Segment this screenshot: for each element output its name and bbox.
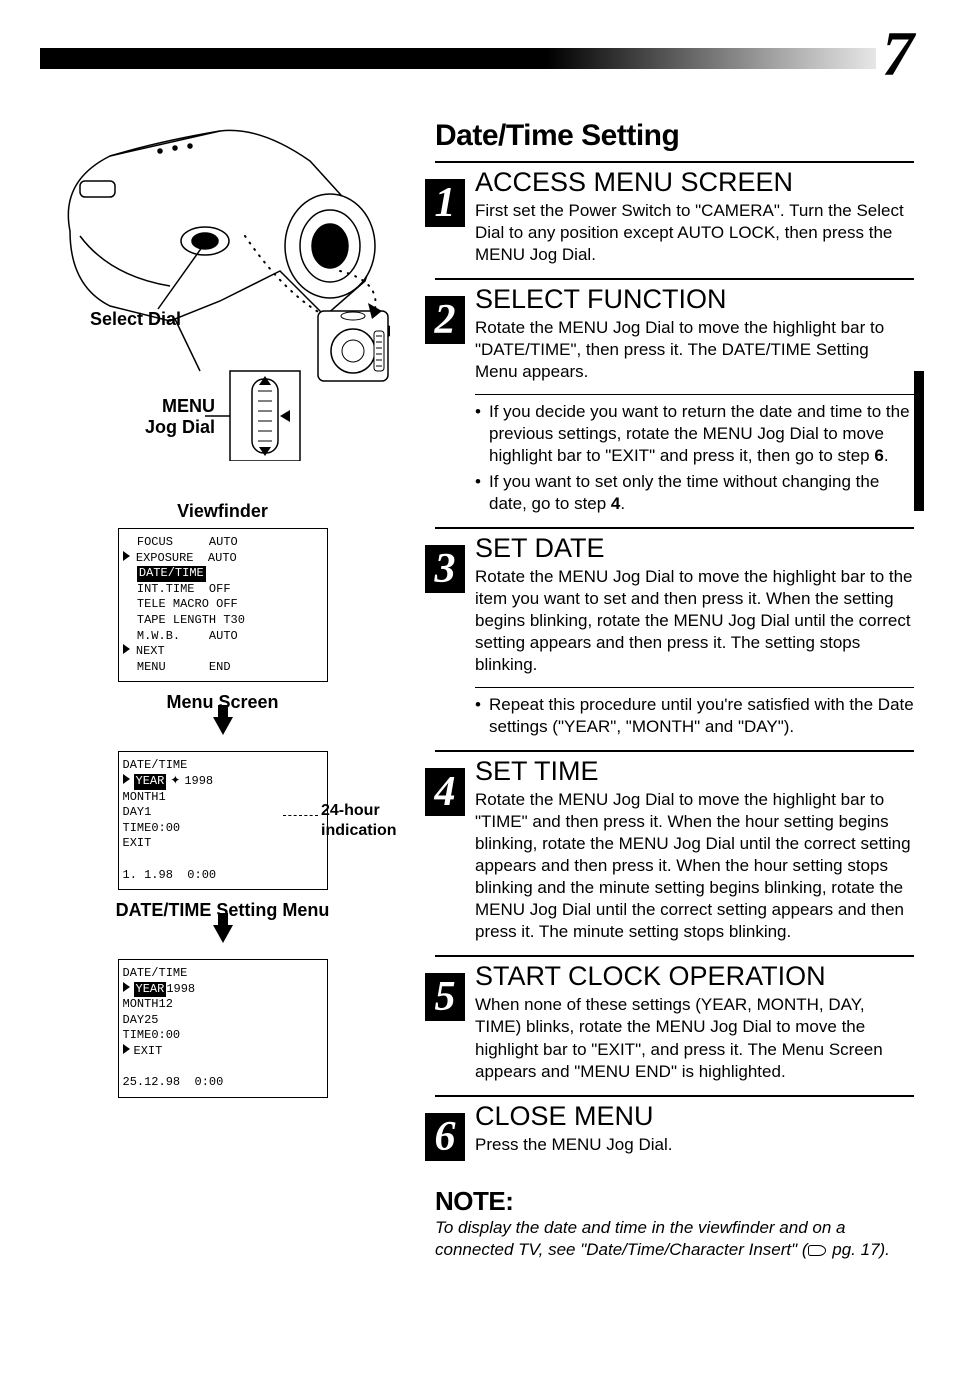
left-column: Select Dial MENU Jog Dial Viewfinder FOC… (40, 111, 405, 1261)
select-dial-label: Select Dial (90, 309, 181, 330)
side-tab (914, 371, 924, 511)
down-arrow-icon (213, 925, 233, 943)
viewfinder-screen: FOCUS AUTO EXPOSURE AUTO DATE/TIME INT.T… (118, 528, 328, 682)
step-number: 6 (425, 1113, 465, 1161)
menu-row: NEXT (123, 644, 323, 660)
menu-row: EXPOSURE AUTO (123, 551, 323, 567)
screen-title: DATE/TIME (123, 966, 323, 982)
menu-row: FOCUS AUTO (123, 535, 323, 551)
step-heading: CLOSE MENU (475, 1101, 914, 1132)
step-bullets: If you decide you want to return the dat… (475, 401, 914, 515)
step-6: 6 CLOSE MENU Press the MENU Jog Dial. (435, 1095, 914, 1156)
camera-figure: Select Dial MENU Jog Dial (50, 121, 390, 461)
menu-row: TELE MACRO OFF (123, 597, 323, 613)
step-5: 5 START CLOCK OPERATION When none of the… (435, 955, 914, 1082)
step-body: Rotate the MENU Jog Dial to move the hig… (475, 789, 914, 944)
menu-row: DAY 25 (123, 1013, 323, 1029)
bullet-item: Repeat this procedure until you're satis… (475, 694, 914, 738)
step-heading: ACCESS MENU SCREEN (475, 167, 914, 198)
menu-row: YEAR ✦1998 (123, 774, 323, 790)
step-body: First set the Power Switch to "CAMERA". … (475, 200, 914, 266)
menu-row: INT.TIME OFF (123, 582, 323, 598)
step-body: Press the MENU Jog Dial. (475, 1134, 914, 1156)
menu-row: MONTH 1 (123, 790, 323, 806)
step-number: 2 (425, 296, 465, 344)
step-bullets: Repeat this procedure until you're satis… (475, 694, 914, 738)
down-arrow-icon (213, 717, 233, 735)
divider (475, 687, 914, 688)
page-ref-icon (808, 1245, 826, 1256)
menu-row: MONTH 12 (123, 997, 323, 1013)
menu-row: DAY 1 (123, 805, 323, 821)
step-body: Rotate the MENU Jog Dial to move the hig… (475, 317, 914, 383)
step-3: 3 SET DATE Rotate the MENU Jog Dial to m… (435, 527, 914, 738)
step-number: 1 (425, 179, 465, 227)
note-heading: NOTE: (435, 1186, 914, 1217)
step-heading: SET TIME (475, 756, 914, 787)
note-body: To display the date and time in the view… (435, 1217, 914, 1261)
menu-row: TAPE LENGTH T30 (123, 613, 323, 629)
step-number: 3 (425, 545, 465, 593)
datetime-screen-1-wrap: DATE/TIME YEAR ✦1998 MONTH 1 DAY 1 TIME … (40, 751, 405, 890)
page-header: 7 (40, 36, 914, 111)
screen-footer: 25.12.98 0:00 (123, 1075, 323, 1091)
step-heading: SET DATE (475, 533, 914, 564)
datetime-screen-2: DATE/TIME YEAR 1998 MONTH 12 DAY 25 TIME… (118, 959, 328, 1098)
section-title: Date/Time Setting (435, 121, 914, 151)
screen-title: DATE/TIME (123, 758, 323, 774)
menu-row: MENU END (123, 660, 323, 676)
step-heading: START CLOCK OPERATION (475, 961, 914, 992)
viewfinder-label: Viewfinder (40, 501, 405, 522)
menu-row: YEAR 1998 (123, 982, 323, 998)
screen-footer: 1. 1.98 0:00 (123, 868, 323, 884)
menu-row: EXIT (123, 836, 323, 852)
step-heading: SELECT FUNCTION (475, 284, 914, 315)
page-number: 7 (876, 22, 914, 86)
step-1: 1 ACCESS MENU SCREEN First set the Power… (435, 161, 914, 266)
header-gradient-bar (40, 48, 914, 69)
menu-row (123, 1060, 323, 1076)
menu-jog-dial-label: MENU Jog Dial (135, 396, 215, 438)
menu-row: M.W.B. AUTO (123, 629, 323, 645)
step-4: 4 SET TIME Rotate the MENU Jog Dial to m… (435, 750, 914, 944)
right-column: Date/Time Setting 1 ACCESS MENU SCREEN F… (435, 111, 914, 1261)
camera-illustration (50, 121, 390, 461)
menu-row: EXIT (123, 1044, 323, 1060)
menu-row (123, 852, 323, 868)
hour-indication-note: 24-hourindication (321, 801, 397, 839)
step-2: 2 SELECT FUNCTION Rotate the MENU Jog Di… (435, 278, 914, 515)
callout-line (283, 815, 318, 816)
step-number: 5 (425, 973, 465, 1021)
menu-row: TIME 0:00 (123, 1028, 323, 1044)
bullet-item: If you decide you want to return the dat… (475, 401, 914, 467)
step-body: When none of these settings (YEAR, MONTH… (475, 994, 914, 1082)
step-number: 4 (425, 768, 465, 816)
menu-row: TIME 0:00 (123, 821, 323, 837)
bullet-item: If you want to set only the time without… (475, 471, 914, 515)
divider (475, 394, 914, 395)
datetime-screen-1: DATE/TIME YEAR ✦1998 MONTH 1 DAY 1 TIME … (118, 751, 328, 890)
step-body: Rotate the MENU Jog Dial to move the hig… (475, 566, 914, 676)
menu-row-highlighted: DATE/TIME (123, 566, 323, 582)
